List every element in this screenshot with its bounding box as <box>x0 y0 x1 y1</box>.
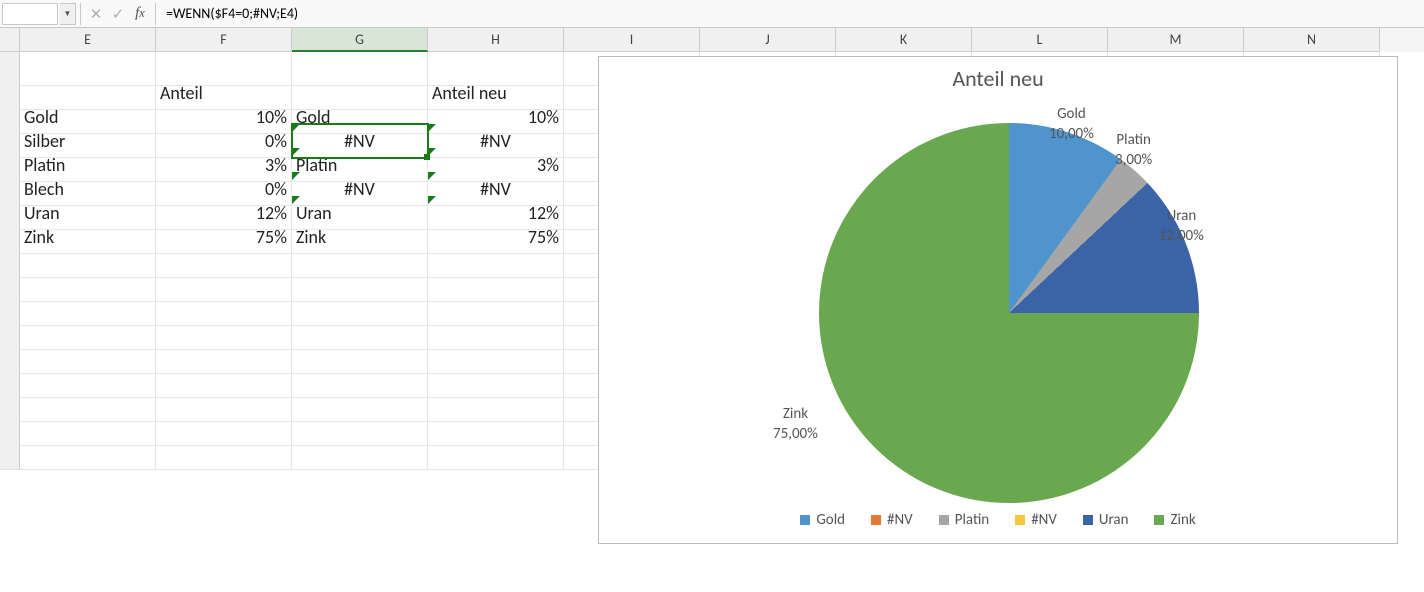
legend-label: #NV <box>887 511 913 529</box>
column-header-F[interactable]: F <box>156 28 292 52</box>
column-headers: EFGHIJKLMN <box>0 28 1424 52</box>
legend-label: Zink <box>1170 511 1195 529</box>
column-header-G[interactable]: G <box>292 28 428 52</box>
data-label-name: Zink <box>773 405 818 425</box>
column-header-I[interactable]: I <box>564 28 700 52</box>
cancel-icon: ✕ <box>85 3 107 25</box>
legend-swatch <box>871 515 881 525</box>
data-label-value: 75,00% <box>773 425 818 445</box>
fill-handle[interactable] <box>424 154 430 160</box>
pie-plot-area <box>819 123 1199 503</box>
data-label-name: Platin <box>1115 131 1152 151</box>
cell[interactable]: #NV <box>292 124 428 158</box>
legend-item: Platin <box>939 511 989 529</box>
data-label-name: Gold <box>1049 105 1094 125</box>
legend-label: #NV <box>1031 511 1057 529</box>
select-all-corner[interactable] <box>0 28 20 52</box>
legend-item: Zink <box>1154 511 1195 529</box>
legend-label: Uran <box>1099 511 1129 529</box>
legend-swatch <box>800 515 810 525</box>
chart-legend: Gold #NV Platin #NV Uran Zink <box>599 511 1397 529</box>
column-header-J[interactable]: J <box>700 28 836 52</box>
legend-swatch <box>939 515 949 525</box>
data-label: Zink75,00% <box>773 405 818 444</box>
legend-label: Platin <box>955 511 989 529</box>
column-header-M[interactable]: M <box>1108 28 1244 52</box>
legend-label: Gold <box>816 511 845 529</box>
confirm-icon: ✓ <box>107 3 129 25</box>
formula-bar: ▼ ✕ ✓ fx <box>0 0 1424 28</box>
cell[interactable] <box>428 436 564 470</box>
column-header-H[interactable]: H <box>428 28 564 52</box>
column-header-E[interactable]: E <box>20 28 156 52</box>
cell[interactable] <box>156 436 292 470</box>
formula-input[interactable] <box>160 3 1424 25</box>
chart-title: Anteil neu <box>599 65 1397 92</box>
fx-icon[interactable]: fx <box>129 3 151 25</box>
data-label: Gold10,00% <box>1049 105 1094 144</box>
legend-item: Gold <box>800 511 845 529</box>
pie-chart[interactable]: Anteil neu Gold #NV Platin #NV Uran Zink Gold… <box>598 56 1398 544</box>
cell[interactable]: 12% <box>428 196 564 230</box>
cell[interactable] <box>20 436 156 470</box>
data-label-value: 12,00% <box>1159 227 1204 247</box>
legend-swatch <box>1154 515 1164 525</box>
column-header-N[interactable]: N <box>1244 28 1380 52</box>
data-label: Uran12,00% <box>1159 207 1204 246</box>
legend-item: #NV <box>871 511 913 529</box>
data-label-value: 3,00% <box>1115 151 1152 171</box>
legend-swatch <box>1015 515 1025 525</box>
legend-item: #NV <box>1015 511 1057 529</box>
data-label: Platin3,00% <box>1115 131 1152 170</box>
cell[interactable] <box>292 436 428 470</box>
row-header[interactable] <box>0 436 20 470</box>
legend-item: Uran <box>1083 511 1129 529</box>
name-box[interactable] <box>2 3 58 25</box>
data-label-name: Uran <box>1159 207 1204 227</box>
cell[interactable]: Uran <box>292 196 428 230</box>
column-header-K[interactable]: K <box>836 28 972 52</box>
column-header-L[interactable]: L <box>972 28 1108 52</box>
data-label-value: 10,00% <box>1049 125 1094 145</box>
name-box-dropdown[interactable]: ▼ <box>60 3 76 25</box>
legend-swatch <box>1083 515 1093 525</box>
